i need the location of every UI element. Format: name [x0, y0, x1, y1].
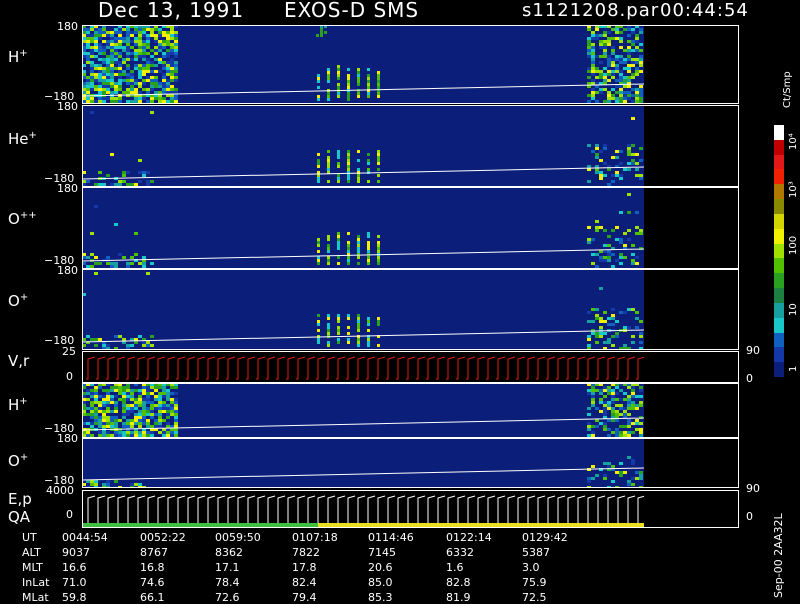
- orbit-cell: 17.8: [292, 561, 317, 574]
- orbit-cell: 72.6: [215, 591, 240, 604]
- orbit-cell: 82.8: [446, 576, 471, 589]
- colorbar-segment: [774, 199, 784, 215]
- orbit-cell: 0114:46: [368, 531, 414, 544]
- orbit-cell: 78.4: [215, 576, 240, 589]
- colorbar-units: Ct/Smp: [782, 71, 793, 108]
- orbit-cell: 0129:42: [522, 531, 568, 544]
- panel-label-h-plus: H+: [8, 48, 28, 66]
- rtick-vr-top: 90: [746, 344, 760, 357]
- orbit-cell: 1.6: [446, 561, 464, 574]
- tick-opp-top: 180: [57, 182, 78, 195]
- orbit-row-label: MLT: [22, 561, 43, 574]
- plot-mission: EXOS-D SMS: [284, 0, 420, 22]
- panel-label-vr: V,r: [8, 352, 30, 370]
- colorbar-segment: [774, 362, 784, 378]
- panel-frame: [82, 269, 739, 350]
- colorbar-segment: [774, 125, 784, 141]
- colorbar-tick-1: 1: [788, 365, 799, 372]
- tick-h-top: 180: [57, 20, 78, 33]
- colorbar-segment: [774, 154, 784, 170]
- orbit-row-label: UT: [22, 531, 37, 544]
- orbit-cell: 9037: [62, 546, 90, 559]
- colorbar-segment: [774, 169, 784, 185]
- colorbar-segment: [774, 139, 784, 156]
- rtick-ep-top: 90: [746, 482, 760, 495]
- orbit-cell: 85.3: [368, 591, 393, 604]
- colorbar-tick-10: 10: [788, 303, 799, 316]
- panel-frame: [82, 438, 739, 488]
- panel-frame: [82, 490, 739, 528]
- tick-ep-bottom: 0: [66, 508, 73, 521]
- orbit-row-label: InLat: [22, 576, 50, 589]
- orbit-cell: 71.0: [62, 576, 87, 589]
- tick-he-top: 180: [57, 100, 78, 113]
- orbit-cell: 16.8: [140, 561, 165, 574]
- colorbar-segment: [774, 184, 784, 200]
- orbit-cell: 79.4: [292, 591, 317, 604]
- colorbar-segment: [774, 332, 784, 348]
- colorbar-segment: [774, 258, 784, 274]
- tick-op-top: 180: [57, 264, 78, 277]
- orbit-cell: 3.0: [522, 561, 540, 574]
- orbit-cell: 8362: [215, 546, 243, 559]
- colorbar-segment: [774, 273, 784, 289]
- orbit-cell: 59.8: [62, 591, 87, 604]
- orbit-cell: 7822: [292, 546, 320, 559]
- rtick-vr-bottom: 0: [746, 372, 753, 385]
- orbit-cell: 85.0: [368, 576, 393, 589]
- orbit-cell: 6332: [446, 546, 474, 559]
- colorbar-tick-1000: 10³: [788, 181, 799, 198]
- orbit-cell: 81.9: [446, 591, 471, 604]
- colorbar-segment: [774, 213, 784, 230]
- panel-frame: [82, 383, 739, 438]
- orbit-cell: 17.1: [215, 561, 240, 574]
- panel-label-ep: E,p: [8, 490, 32, 508]
- orbit-row-label: ALT: [22, 546, 41, 559]
- plot-date: Dec 13, 1991: [98, 0, 245, 22]
- tick-ep-top: 4000: [46, 484, 74, 497]
- orbit-cell: 20.6: [368, 561, 393, 574]
- colorbar-segment: [774, 228, 784, 245]
- colorbar-tick-10000: 10⁴: [788, 133, 799, 150]
- orbit-cell: 0059:50: [215, 531, 261, 544]
- panel-frame: [82, 105, 739, 187]
- orbit-cell: 7145: [368, 546, 396, 559]
- orbit-cell: 0107:18: [292, 531, 338, 544]
- orbit-cell: 82.4: [292, 576, 317, 589]
- plot-file: s1121208.par: [522, 0, 660, 21]
- orbit-cell: 66.1: [140, 591, 165, 604]
- panel-label-qa: QA: [8, 508, 31, 526]
- panel-frame: [82, 187, 739, 269]
- panel-label-he-plus: He+: [8, 130, 37, 148]
- orbit-cell: 75.9: [522, 576, 547, 589]
- orbit-cell: 0044:54: [62, 531, 108, 544]
- colorbar-segment: [774, 288, 784, 304]
- colorbar-segment: [774, 317, 784, 334]
- tick-vr-bottom: 0: [66, 370, 73, 383]
- orbit-cell: 0122:14: [446, 531, 492, 544]
- footer-code: Sep-00 2AA32L: [772, 513, 785, 598]
- colorbar-tick-100: 100: [788, 235, 799, 255]
- orbit-cell: 74.6: [140, 576, 165, 589]
- orbit-cell: 8767: [140, 546, 168, 559]
- rtick-ep-bottom: 0: [746, 510, 753, 523]
- panel-label-o-plus: O+: [8, 292, 29, 310]
- orbit-cell: 0052:22: [140, 531, 186, 544]
- plot-time: 00:44:54: [660, 0, 749, 21]
- panel-label-o-plus-plus: O++: [8, 210, 37, 228]
- panel-label-o-plus-2: O+: [8, 452, 29, 470]
- colorbar-segment: [774, 243, 784, 259]
- orbit-cell: 16.6: [62, 561, 87, 574]
- orbit-cell: 72.5: [522, 591, 547, 604]
- colorbar-segment: [774, 347, 784, 363]
- panel-frame: [82, 25, 739, 104]
- tick-o2-top: 180: [57, 432, 78, 445]
- panel-frame: [82, 351, 739, 383]
- colorbar-segment: [774, 302, 784, 319]
- panel-label-h-plus-2: H+: [8, 396, 28, 414]
- tick-vr-top: 25: [62, 345, 76, 358]
- orbit-row-label: MLat: [22, 591, 49, 604]
- colorbar: [774, 125, 784, 378]
- orbit-cell: 5387: [522, 546, 550, 559]
